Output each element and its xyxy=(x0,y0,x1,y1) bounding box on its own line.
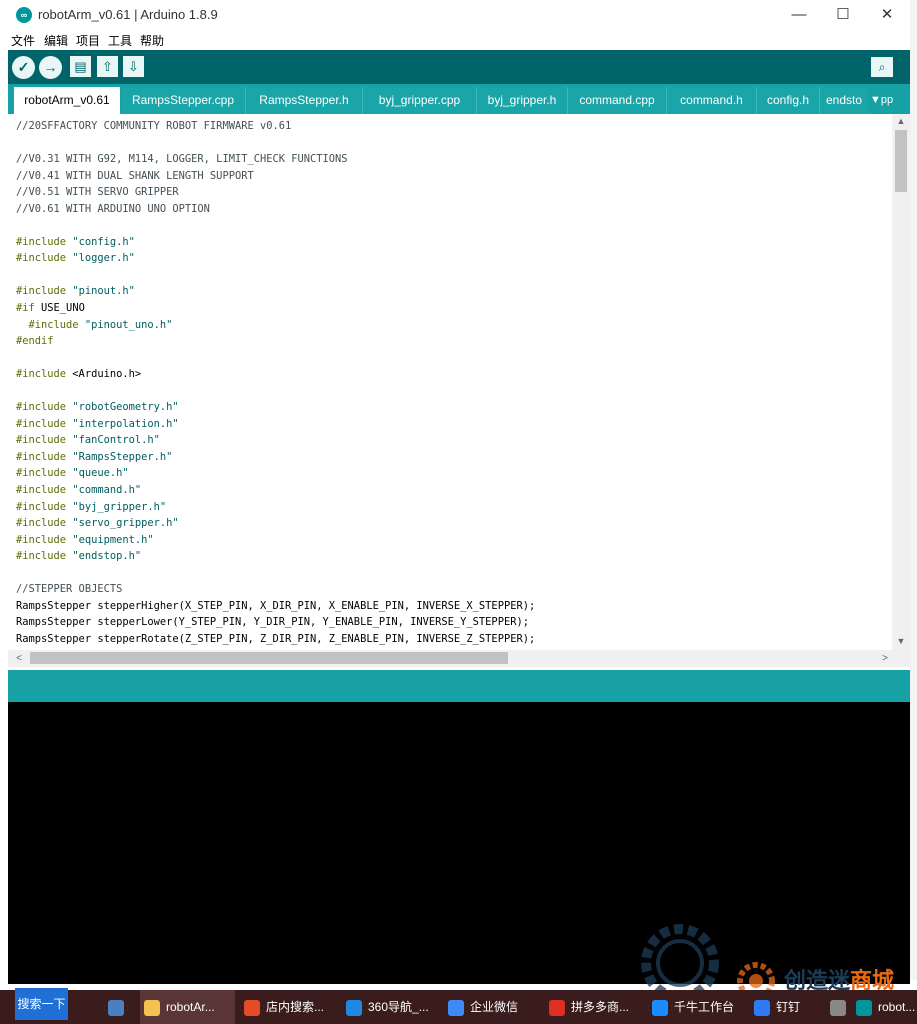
arduino-icon xyxy=(856,999,872,1016)
menu-sketch[interactable]: 项目 xyxy=(76,32,100,49)
taskbar-item[interactable]: 拼多多商... xyxy=(545,990,640,1024)
window-title: robotArm_v0.61 | Arduino 1.8.9 xyxy=(38,7,218,22)
taskbar-item-label: 360导航_... xyxy=(368,1000,429,1014)
tab-robotarm[interactable]: robotArm_v0.61 xyxy=(14,87,120,114)
upload-icon[interactable]: → xyxy=(39,56,62,79)
scroll-up-icon[interactable]: ▲ xyxy=(894,114,908,128)
tab-byj-gripper-h[interactable]: byj_gripper.h xyxy=(477,87,568,114)
chrome-icon xyxy=(244,999,260,1016)
taskbar-item[interactable]: 企业微信 xyxy=(444,990,539,1024)
taskbar-item[interactable] xyxy=(826,990,850,1024)
minimize-button[interactable]: — xyxy=(776,0,822,30)
new-icon[interactable]: ▤ xyxy=(70,56,91,77)
tab-rampsstepper-h[interactable]: RampsStepper.h xyxy=(246,87,363,114)
app-icon xyxy=(830,999,846,1016)
wecom-icon xyxy=(448,999,464,1016)
vertical-scroll-thumb[interactable] xyxy=(895,130,907,192)
taskbar-item-label: 企业微信 xyxy=(470,1000,519,1014)
calculator-icon xyxy=(108,999,124,1016)
qianniu-icon xyxy=(652,999,668,1016)
arduino-logo-icon: ∞ xyxy=(16,7,32,23)
menu-help[interactable]: 帮助 xyxy=(140,32,164,49)
tab-menu-button[interactable]: ▼pp xyxy=(870,87,893,114)
pinduoduo-icon xyxy=(549,999,565,1016)
maximize-button[interactable]: ☐ xyxy=(820,0,866,30)
menu-tools[interactable]: 工具 xyxy=(108,32,132,49)
taskbar-item-label: robotAr... xyxy=(166,1000,215,1014)
folder-icon xyxy=(144,999,160,1016)
taskbar-item-label: 钉钉 xyxy=(776,1000,801,1014)
menu-file[interactable]: 文件 xyxy=(11,32,35,49)
tab-endstop[interactable]: endsto xyxy=(820,87,868,114)
status-bar xyxy=(8,670,910,702)
tab-byj-gripper-cpp[interactable]: byj_gripper.cpp xyxy=(363,87,477,114)
output-console[interactable] xyxy=(8,702,910,984)
taskbar-item-label: 千牛工作台 xyxy=(674,1000,735,1014)
scroll-right-icon[interactable]: > xyxy=(878,650,892,667)
taskbar-item[interactable] xyxy=(104,990,132,1024)
tab-command-h[interactable]: command.h xyxy=(667,87,757,114)
verify-icon[interactable]: ✓ xyxy=(12,56,35,79)
taskbar-item[interactable]: 360导航_... xyxy=(342,990,437,1024)
menu-bar: 文件 编辑 项目 工具 帮助 xyxy=(0,30,910,50)
code-text[interactable]: //20SFFACTORY COMMUNITY ROBOT FIRMWARE v… xyxy=(8,114,892,648)
open-icon[interactable]: ⇧ xyxy=(97,56,118,77)
close-button[interactable]: ✕ xyxy=(864,0,910,30)
toolbar: ✓ → ▤ ⇧ ⇩ xyxy=(8,50,910,84)
tab-rampsstepper-cpp[interactable]: RampsStepper.cpp xyxy=(121,87,246,114)
taskbar-item[interactable]: robot... xyxy=(852,990,917,1024)
taskbar-search-button[interactable]: 搜索一下 xyxy=(15,988,68,1020)
tab-config-h[interactable]: config.h xyxy=(757,87,820,114)
edge-icon xyxy=(346,999,362,1016)
taskbar-item[interactable]: 店内搜索... xyxy=(240,990,335,1024)
vertical-scrollbar[interactable] xyxy=(892,114,910,650)
tab-overflow-text: pp xyxy=(880,94,894,106)
scroll-down-icon[interactable]: ▼ xyxy=(894,634,908,648)
menu-edit[interactable]: 编辑 xyxy=(44,32,68,49)
dingtalk-icon xyxy=(754,999,770,1016)
taskbar-item[interactable]: robotAr... xyxy=(140,990,235,1024)
taskbar-item[interactable]: 千牛工作台 xyxy=(648,990,743,1024)
taskbar-item-label: 店内搜索... xyxy=(266,1000,325,1014)
taskbar-item-label: 拼多多商... xyxy=(571,1000,630,1014)
horizontal-scroll-thumb[interactable] xyxy=(30,652,508,664)
taskbar-item[interactable]: 钉钉 xyxy=(750,990,820,1024)
save-icon[interactable]: ⇩ xyxy=(123,56,144,77)
tab-menu-icon: ▼ xyxy=(870,94,881,106)
taskbar-item-label: robot... xyxy=(878,1000,916,1014)
code-editor[interactable]: //20SFFACTORY COMMUNITY ROBOT FIRMWARE v… xyxy=(8,114,892,650)
background-left xyxy=(0,30,8,990)
tab-command-cpp[interactable]: command.cpp xyxy=(568,87,667,114)
background-right-strip xyxy=(910,0,917,990)
tab-bar: robotArm_v0.61 RampsStepper.cpp RampsSte… xyxy=(8,84,910,114)
scroll-left-icon[interactable]: < xyxy=(12,650,26,667)
serial-monitor-icon[interactable]: ⌕ xyxy=(871,57,893,77)
